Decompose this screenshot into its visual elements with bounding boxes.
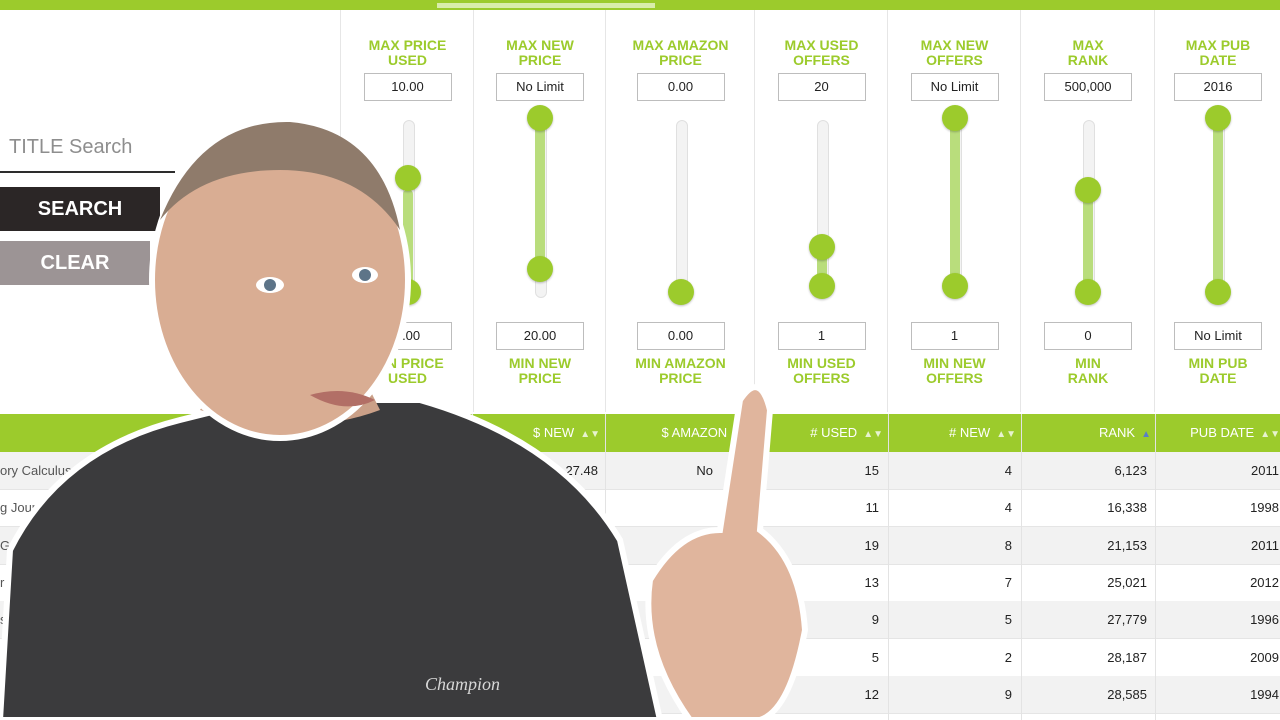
cell-new-count: 9 — [1004, 686, 1012, 702]
cell-pub-date: 1994 — [1250, 686, 1279, 702]
filter-max-label: MAX PUB DATE — [1185, 37, 1251, 68]
cell-pub-date: 2011 — [1251, 537, 1279, 553]
filter-new-offers: MAX NEW OFFERS No Limit 1 MIN NEW OFFERS — [887, 10, 1021, 412]
shirt-shape — [0, 397, 664, 720]
slider-min-handle[interactable] — [1205, 279, 1231, 305]
sort-icon[interactable]: ▲▼ — [996, 429, 1016, 440]
filter-min-input[interactable]: No Limit — [1174, 322, 1262, 350]
cell-rank: 25,021 — [1107, 574, 1147, 590]
slider-max-handle[interactable] — [1205, 105, 1231, 131]
cell-new-count: 7 — [1004, 574, 1012, 590]
filter-max-input[interactable]: 0.00 — [636, 73, 725, 101]
presenter-overlay: Champion — [0, 119, 809, 720]
slider-range — [949, 118, 960, 288]
filter-pub-date: MAX PUB DATE 2016 No Limit MIN PUB DATE — [1154, 10, 1280, 412]
cell-pub-date: 2011 — [1251, 463, 1279, 478]
filter-max-input[interactable]: No Limit — [496, 73, 584, 101]
cell-rank: 21,153 — [1107, 537, 1147, 553]
column-header-pub-date[interactable]: PUB DATE ▲▼ — [1155, 414, 1280, 452]
cell-pub-date: 2009 — [1250, 649, 1279, 665]
column-header-rank[interactable]: RANK ▲ — [1021, 414, 1151, 452]
cell-new-count: 4 — [1004, 463, 1012, 478]
filter-rank: MAX RANK 500,000 0 MIN RANK — [1020, 10, 1155, 412]
cell-rank: 28,585 — [1107, 686, 1147, 702]
filter-max-label: MAX RANK — [1067, 37, 1109, 68]
slider-max-handle[interactable] — [1075, 177, 1101, 203]
slider-max-handle[interactable] — [941, 105, 968, 131]
column-divider — [1155, 414, 1156, 720]
left-iris — [264, 279, 276, 291]
cell-new-count: 4 — [1004, 500, 1012, 516]
filter-max-label: MAX USED OFFERS — [784, 37, 859, 68]
filter-min-label: MIN RANK — [1067, 355, 1109, 386]
shirt-logo-text: Champion — [425, 674, 500, 694]
filter-max-input[interactable]: 2016 — [1174, 73, 1262, 101]
column-divider — [1021, 414, 1022, 720]
column-divider — [888, 414, 889, 720]
cell-rank: 27,779 — [1107, 612, 1147, 628]
column-header-new-count[interactable]: # NEW ▲▼ — [888, 414, 1016, 452]
cell-new-count: 5 — [1004, 612, 1012, 628]
slider-min-handle[interactable] — [1075, 279, 1101, 305]
sort-icon[interactable]: ▲▼ — [1260, 429, 1280, 440]
active-tab-indicator — [437, 3, 655, 8]
filter-max-input[interactable]: 20 — [777, 73, 866, 101]
filter-min-label: MIN PUB DATE — [1188, 355, 1248, 386]
cell-pub-date: 1998 — [1250, 500, 1279, 516]
cell-new-count: 8 — [1004, 537, 1012, 553]
pointing-hand — [645, 384, 809, 720]
slider-range — [1213, 118, 1223, 292]
header-label: PUB DATE — [1190, 425, 1255, 440]
filter-max-label: MAX PRICE USED — [368, 37, 447, 68]
filter-min-input[interactable]: 1 — [910, 322, 999, 350]
filter-max-label: MAX AMAZON PRICE — [632, 37, 729, 68]
filter-max-input[interactable]: 10.00 — [363, 73, 452, 101]
slider-min-handle[interactable] — [941, 273, 968, 299]
cell-rank: 6,123 — [1114, 463, 1147, 478]
header-label: RANK — [1098, 425, 1136, 440]
cell-pub-date: 1996 — [1250, 612, 1279, 628]
cell-rank: 28,187 — [1107, 649, 1147, 665]
filter-max-input[interactable]: No Limit — [910, 73, 999, 101]
slider-range — [1083, 190, 1093, 292]
filter-max-label: MAX NEW PRICE — [506, 37, 574, 68]
filter-max-label: MAX NEW OFFERS — [920, 37, 989, 68]
filter-min-input[interactable]: 0 — [1044, 322, 1132, 350]
filter-min-label: MIN NEW OFFERS — [923, 355, 986, 386]
cell-pub-date: 2012 — [1250, 574, 1279, 590]
cell-rank: 16,338 — [1107, 500, 1147, 516]
right-iris — [359, 269, 371, 281]
header-label: # NEW — [949, 425, 991, 440]
filter-max-input[interactable]: 500,000 — [1044, 73, 1132, 101]
sort-asc-icon[interactable]: ▲ — [1141, 429, 1151, 440]
cell-new-count: 2 — [1004, 649, 1012, 665]
sort-icon[interactable]: ▲▼ — [863, 429, 883, 440]
